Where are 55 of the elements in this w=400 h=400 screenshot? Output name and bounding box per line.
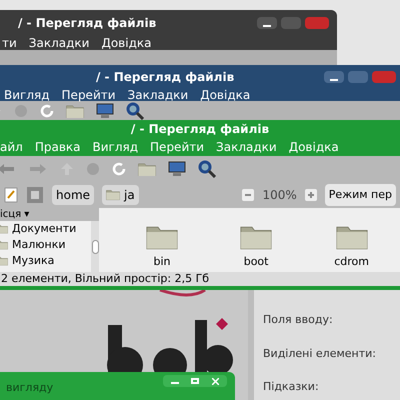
file-item[interactable]: bin xyxy=(146,224,178,272)
folder-icon xyxy=(240,224,272,250)
sidebar-item[interactable]: Малюнки xyxy=(0,237,91,253)
file-item[interactable]: cdrom xyxy=(334,224,369,272)
edit-icon[interactable] xyxy=(4,187,18,203)
view-mode-dropdown[interactable]: Режим пер xyxy=(324,184,396,206)
zoom-out-icon[interactable] xyxy=(242,189,254,201)
menu-item[interactable]: Закладки xyxy=(28,34,90,52)
close-icon xyxy=(212,378,218,384)
field-label: Підказки: xyxy=(263,379,320,395)
field-label: Поля вводу: xyxy=(263,312,334,328)
path-button[interactable]: ja xyxy=(102,185,139,205)
reload-icon[interactable] xyxy=(112,162,126,176)
menu-item[interactable]: Довідка xyxy=(200,86,250,104)
window-title: / - Перегляд файлів xyxy=(96,68,234,86)
close-button[interactable] xyxy=(305,16,329,28)
reload-icon[interactable] xyxy=(40,104,54,118)
computer-icon[interactable] xyxy=(96,103,114,119)
menu-item[interactable]: айл xyxy=(0,138,23,156)
sidebar-header[interactable]: ісця ▾ xyxy=(0,208,99,221)
minimize-button[interactable] xyxy=(324,70,344,82)
forward-icon[interactable] xyxy=(28,162,48,176)
sidebar-item[interactable]: Музика xyxy=(0,253,91,269)
zoom-in-icon[interactable] xyxy=(304,189,317,201)
search-icon[interactable] xyxy=(198,160,216,178)
folder-icon xyxy=(336,224,368,250)
file-item[interactable]: boot xyxy=(240,224,272,272)
path-button[interactable]: home xyxy=(52,185,94,205)
stop-icon[interactable] xyxy=(86,162,100,176)
zoom-level: 100% xyxy=(262,187,297,204)
toggle-icon[interactable] xyxy=(26,186,44,204)
menu-item[interactable]: Закладки xyxy=(128,86,188,104)
folder-icon xyxy=(146,224,178,250)
menu-item[interactable]: Закладки xyxy=(216,138,277,156)
window-title: / - Перегляд файлів xyxy=(18,14,156,32)
menu-item[interactable]: Довідка xyxy=(101,34,152,52)
minimize-button[interactable] xyxy=(257,16,277,28)
menu-item[interactable]: Вигляд xyxy=(4,86,50,104)
search-icon[interactable] xyxy=(126,102,144,120)
menu-item[interactable]: Правка xyxy=(34,138,80,156)
window-title: / - Перегляд файлів xyxy=(130,121,270,138)
computer-icon[interactable] xyxy=(168,161,186,177)
sidebar-item[interactable]: Документи xyxy=(0,221,91,237)
back-icon[interactable] xyxy=(0,162,16,176)
menu-item[interactable]: Довідка xyxy=(288,138,339,156)
field-label: Виділені елементи: xyxy=(263,346,377,362)
folder-icon xyxy=(106,189,120,201)
menu-item[interactable]: Перейти xyxy=(62,86,116,104)
menu-item[interactable]: ти xyxy=(2,34,17,52)
scrollbar[interactable] xyxy=(91,221,99,272)
close-button[interactable] xyxy=(372,70,396,82)
menu-item[interactable]: Перейти xyxy=(150,138,204,156)
menu-item[interactable]: Вигляд xyxy=(92,138,138,156)
window-title: вигляду xyxy=(6,380,54,396)
status-bar: 2 елементи, Вільний простір: 2,5 Гб xyxy=(0,272,400,286)
